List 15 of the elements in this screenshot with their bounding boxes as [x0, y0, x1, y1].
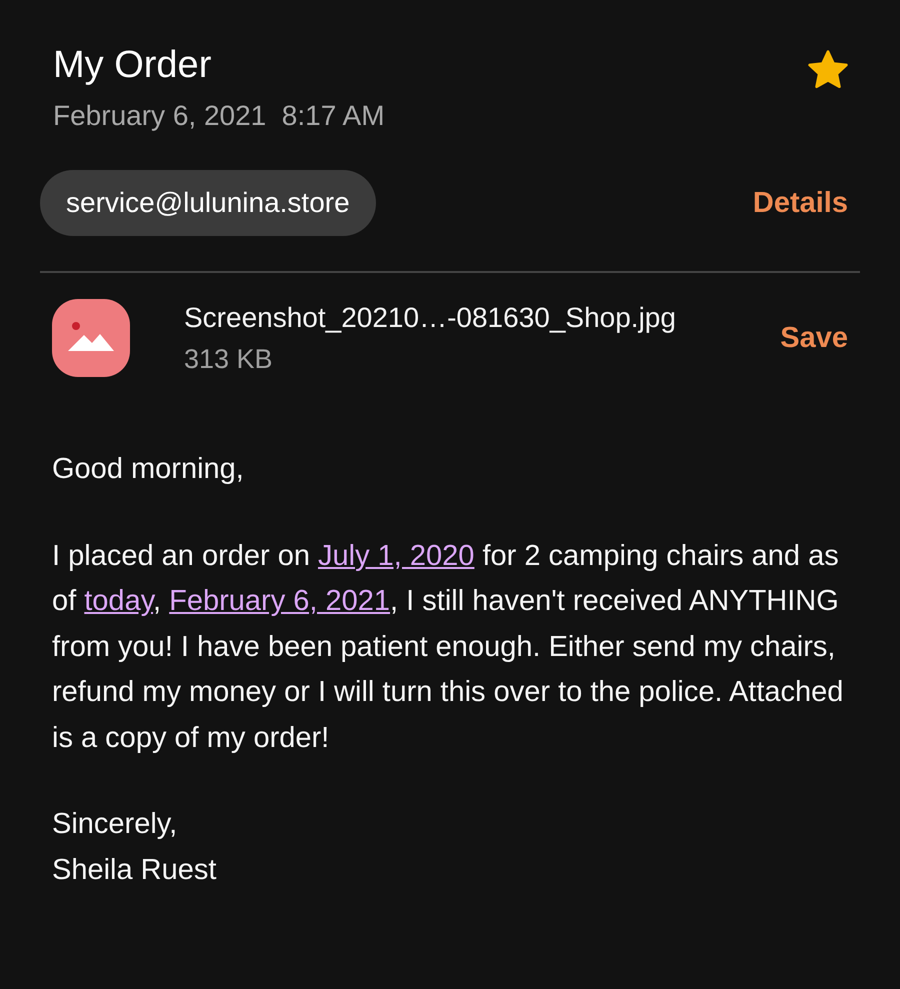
date-link[interactable]: today [84, 585, 154, 617]
signature-text: Sheila Ruest [52, 852, 218, 888]
date-link[interactable]: February 6, 2021 [169, 585, 390, 617]
file-size: 313 KB [184, 344, 274, 374]
file-name: Screenshot_20210…-081630_Shop.jpg [184, 302, 677, 334]
email-subject: My Order [53, 43, 212, 88]
image-file-icon [52, 299, 130, 377]
email-date: February 6, 2021 8:17 AM [52, 100, 386, 132]
message-paragraph: I placed an order on July 1, 2020 for 2 camping chairs and as of today, February 6, 2021, I still haven't received ANYTHING from you! I have been patient enough. Either send my chairs, refund my money or I will turn this over to the police. Attached is a copy of my order! [52, 538, 844, 756]
date-link[interactable]: July 1, 2020 [318, 540, 474, 572]
sender-chip[interactable]: service@lulunina.store [40, 170, 376, 236]
details-button[interactable]: Details [752, 186, 848, 220]
closing-text: Sincerely, [52, 807, 178, 842]
greeting-text: Good morning, [52, 452, 245, 487]
save-button[interactable]: Save [780, 322, 848, 354]
